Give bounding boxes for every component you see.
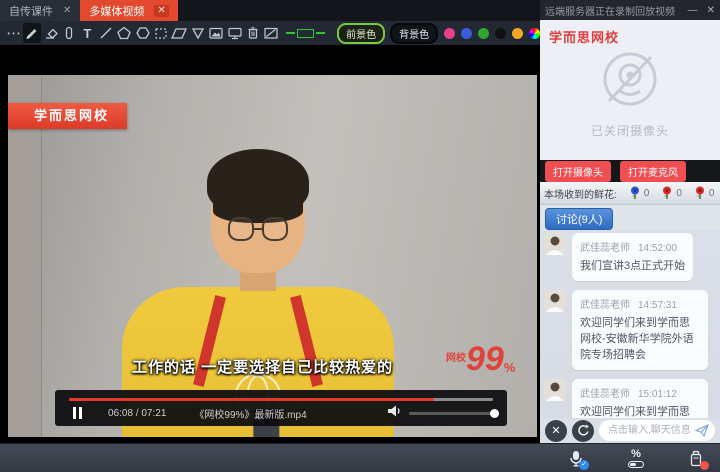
mute-chat-icon[interactable]: ✕	[545, 420, 567, 442]
av-buttons-row: 打开摄像头 打开麦克风	[540, 160, 720, 182]
trash-icon[interactable]	[244, 23, 261, 43]
panel-titlebar: 远端服务器正在录制回放视频 — ✕	[540, 0, 720, 20]
close-icon[interactable]: ✕	[154, 5, 168, 17]
bottom-bar: ✓ %	[0, 443, 720, 472]
chat-input-row: ✕	[540, 418, 720, 443]
right-panel: 远端服务器正在录制回放视频 — ✕ 学而思网校 已关闭摄像头 打开摄像头	[540, 0, 720, 443]
chat-message: 武佳蕊老师14:57:31 欢迎同学们来到学而思网校-安徽新华学院外语院专场招聘…	[544, 290, 716, 370]
app-window: 自传课件 ✕ 多媒体视频 ✕ ⋯ T	[0, 0, 720, 472]
avatar	[544, 290, 566, 312]
background-color-button[interactable]: 背景色	[390, 23, 438, 44]
color-swatch-black[interactable]	[495, 28, 506, 39]
color-swatch-green[interactable]	[478, 28, 489, 39]
camera-section: 学而思网校 已关闭摄像头	[540, 20, 720, 160]
close-icon[interactable]: ✕	[707, 5, 715, 16]
text-icon[interactable]: T	[79, 23, 96, 43]
red-rose-icon: 0	[661, 186, 682, 200]
polygon-icon[interactable]	[134, 23, 151, 43]
image-icon[interactable]	[207, 23, 224, 43]
clear-board-icon[interactable]	[263, 23, 280, 43]
discussion-button[interactable]: 讨论(9人)	[545, 208, 613, 230]
camera-off-caption: 已关闭摄像头	[540, 122, 720, 139]
eraser-icon[interactable]	[42, 23, 59, 43]
mic-status-icon[interactable]: ✓	[568, 450, 584, 467]
brand-logo: 学而思网校	[549, 27, 619, 46]
chat-list[interactable]: 武佳蕊老师14:52:00 我们宣讲3点正式开始 武佳蕊老师14:57:31 欢…	[540, 230, 720, 418]
flowers-label: 本场收到的鲜花:	[544, 186, 617, 201]
chat-message: 武佳蕊老师14:52:00 我们宣讲3点正式开始	[544, 233, 716, 281]
select-rect-icon[interactable]	[152, 23, 169, 43]
screen-share-icon[interactable]	[226, 23, 243, 43]
progress-bar[interactable]	[69, 398, 493, 401]
pen-icon[interactable]	[23, 23, 40, 43]
video-brand-banner: 学而思网校	[8, 103, 127, 129]
tab-label: 自传课件	[9, 3, 53, 19]
time-display: 06:08 / 07:21	[108, 408, 166, 419]
volume-slider[interactable]	[409, 412, 495, 415]
line-icon[interactable]	[97, 23, 114, 43]
video-stage: 学而思网校 工作的话 一定要选择自己比较热爱的 网校 99 % 06:08 / …	[0, 45, 540, 443]
open-camera-button[interactable]: 打开摄像头	[545, 161, 611, 182]
red-rose-icon: 0	[694, 186, 715, 200]
tab-multimedia-video[interactable]: 多媒体视频 ✕	[80, 0, 177, 21]
percent-toggle-icon[interactable]: %	[628, 449, 644, 468]
discussion-row: 讨论(9人)	[540, 205, 720, 230]
video-file-title: 《网校99%》最新版.mp4	[194, 406, 306, 421]
color-swatch-orange[interactable]	[512, 28, 523, 39]
recording-status: 远端服务器正在录制回放视频	[545, 3, 675, 18]
pointer-icon[interactable]	[60, 23, 77, 43]
stroke-thickness-widget[interactable]	[286, 29, 325, 38]
tab-label: 多媒体视频	[89, 3, 144, 19]
watermark: 网校 99 %	[446, 343, 515, 375]
video-subtitle: 工作的话 一定要选择自己比较热爱的	[132, 356, 393, 377]
close-icon[interactable]: ✕	[63, 6, 71, 16]
player-controls: 06:08 / 07:21 《网校99%》最新版.mp4	[55, 390, 507, 426]
triangle-icon[interactable]	[189, 23, 206, 43]
check-badge: ✓	[579, 460, 589, 470]
color-swatch-blue[interactable]	[461, 28, 472, 39]
foreground-color-button[interactable]: 前景色	[337, 23, 385, 44]
more-icon[interactable]: ⋯	[5, 23, 22, 43]
send-icon[interactable]	[695, 424, 709, 442]
blue-flower-icon: 0	[629, 186, 650, 200]
recorder-jar-icon[interactable]	[688, 450, 704, 467]
open-mic-button[interactable]: 打开麦克风	[620, 161, 686, 182]
camera-off-icon	[594, 46, 666, 123]
flowers-row: 本场收到的鲜花: 0 0 0	[540, 182, 720, 205]
chat-message: 武佳蕊老师15:01:12 欢迎同学们来到学而思网校-安徽新华学院外语院专场招聘…	[544, 379, 716, 418]
minimize-icon[interactable]: —	[688, 5, 698, 16]
background-door	[8, 75, 42, 437]
video-surface[interactable]: 学而思网校 工作的话 一定要选择自己比较热爱的 网校 99 % 06:08 / …	[8, 75, 537, 437]
avatar	[544, 233, 566, 255]
tab-bar: 自传课件 ✕ 多媒体视频 ✕	[0, 0, 540, 21]
red-dot-badge	[700, 461, 709, 470]
color-swatch-rainbow[interactable]	[529, 28, 540, 39]
tab-own-courseware[interactable]: 自传课件 ✕	[0, 0, 80, 21]
parallelogram-icon[interactable]	[171, 23, 188, 43]
avatar	[544, 379, 566, 401]
refresh-icon[interactable]	[572, 420, 594, 442]
pentagon-icon[interactable]	[115, 23, 132, 43]
drawing-toolbar: ⋯ T 前景色 背景色	[0, 21, 540, 45]
color-swatch-magenta[interactable]	[444, 28, 455, 39]
pause-button[interactable]	[73, 407, 82, 419]
volume-icon[interactable]	[388, 404, 402, 422]
